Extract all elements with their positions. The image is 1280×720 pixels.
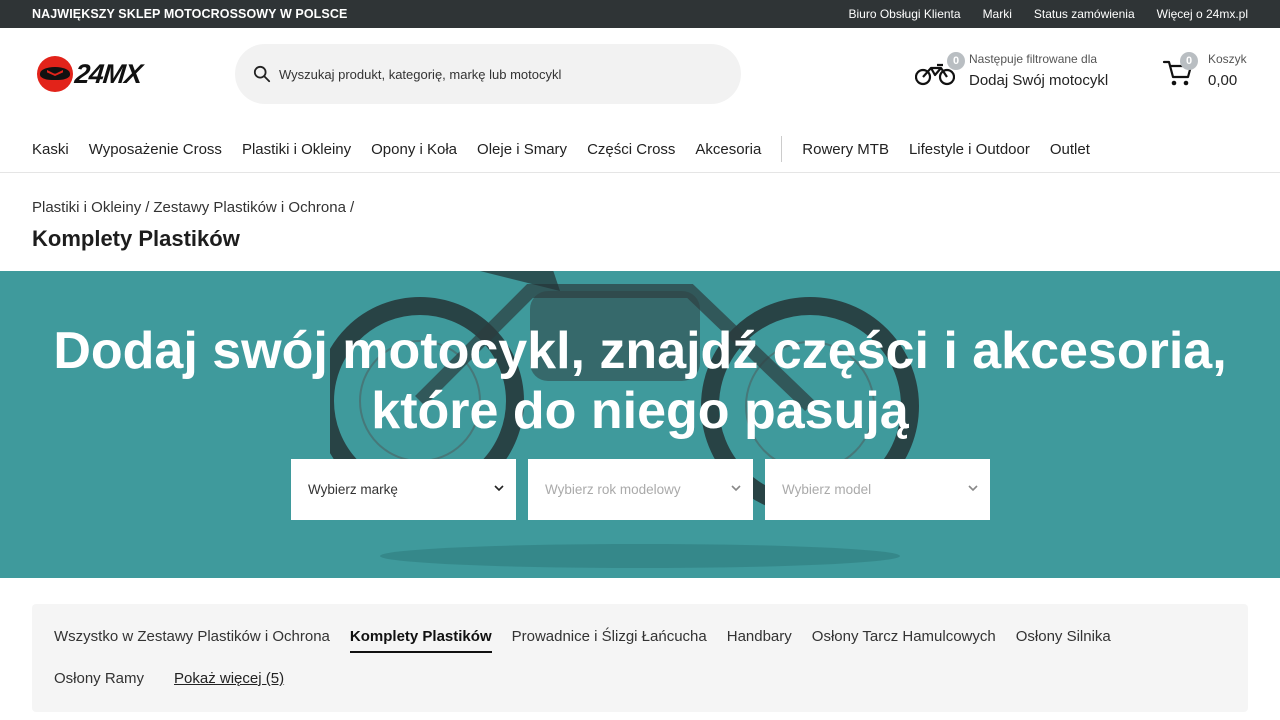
logo-helmet-icon <box>37 56 73 92</box>
about-link[interactable]: Więcej o 24mx.pl <box>1157 7 1248 21</box>
nav-item-mtb[interactable]: Rowery MTB <box>802 141 889 158</box>
subcategory-disc-guards[interactable]: Osłony Tarcz Hamulcowych <box>812 628 996 653</box>
subcategory-handguards[interactable]: Handbary <box>727 628 792 653</box>
search-input[interactable] <box>279 66 699 82</box>
search-icon <box>253 65 271 83</box>
top-bar: NAJWIĘKSZY SKLEP MOTOCROSSOWY W POLSCE B… <box>0 0 1280 28</box>
main-nav: Kaski Wyposażenie Cross Plastiki i Oklei… <box>32 136 1110 162</box>
chevron-down-icon <box>968 485 978 492</box>
subcategory-all[interactable]: Wszystko w Zestawy Plastików i Ochrona <box>54 628 330 653</box>
promo-text: NAJWIĘKSZY SKLEP MOTOCROSSOWY W POLSCE <box>32 7 348 21</box>
garage-count-badge: 0 <box>947 52 965 70</box>
hero-heading: Dodaj swój motocykl, znajdź części i akc… <box>53 322 1227 440</box>
breadcrumb: Plastiki i Okleiny / Zestawy Plastików i… <box>32 199 354 216</box>
nav-item-cross-parts[interactable]: Części Cross <box>587 141 675 158</box>
model-select[interactable]: Wybierz model <box>765 459 990 520</box>
page-title: Komplety Plastików <box>32 226 240 251</box>
model-year-select[interactable]: Wybierz rok modelowy <box>528 459 753 520</box>
breadcrumb-separator: / <box>145 199 150 216</box>
bike-finder-hero: Dodaj swój motocykl, znajdź części i akc… <box>0 271 1280 578</box>
model-year-select-label: Wybierz rok modelowy <box>545 482 681 497</box>
breadcrumb-separator: / <box>349 199 355 216</box>
add-bike-label: Dodaj Swój motocykl <box>969 72 1109 89</box>
nav-divider <box>781 136 783 162</box>
order-status-link[interactable]: Status zamówienia <box>1034 7 1135 21</box>
nav-item-oils[interactable]: Oleje i Smary <box>477 141 567 158</box>
nav-item-helmets[interactable]: Kaski <box>32 141 69 158</box>
add-motorcycle-button[interactable]: 0 Następuje filtrowane dla Dodaj Swój mo… <box>915 50 1125 94</box>
logo[interactable]: 24MX <box>37 56 144 92</box>
cart-amount: 0,00 <box>1208 72 1238 89</box>
brand-select[interactable]: Wybierz markę <box>291 459 516 520</box>
show-more-link[interactable]: Pokaż więcej (5) <box>174 670 284 693</box>
subcategory-chain-guides[interactable]: Prowadnice i Ślizgi Łańcucha <box>512 628 707 653</box>
nav-border <box>0 172 1280 173</box>
subcategory-plastic-kits[interactable]: Komplety Plastików <box>349 628 492 653</box>
cart-count-badge: 0 <box>1180 52 1198 70</box>
chevron-down-icon <box>494 485 504 492</box>
subcategory-frame-guards[interactable]: Osłony Ramy <box>54 670 144 693</box>
brands-link[interactable]: Marki <box>983 7 1012 21</box>
brand-select-label: Wybierz markę <box>308 482 398 497</box>
nav-item-lifestyle[interactable]: Lifestyle i Outdoor <box>909 141 1030 158</box>
top-links: Biuro Obsługi Klienta Marki Status zamów… <box>849 7 1249 21</box>
nav-item-tires[interactable]: Opony i Koła <box>371 141 457 158</box>
breadcrumb-item-plastic-kits-protection[interactable]: Zestawy Plastików i Ochrona <box>153 199 346 216</box>
nav-item-cross-gear[interactable]: Wyposażenie Cross <box>89 141 222 158</box>
nav-item-plastics[interactable]: Plastiki i Okleiny <box>242 141 351 158</box>
model-select-label: Wybierz model <box>782 482 872 497</box>
bike-filter-label: Następuje filtrowane dla <box>969 52 1098 66</box>
subcategory-engine-guards[interactable]: Osłony Silnika <box>1016 628 1111 653</box>
customer-service-link[interactable]: Biuro Obsługi Klienta <box>849 7 961 21</box>
nav-item-outlet[interactable]: Outlet <box>1050 141 1090 158</box>
subcategory-list: Wszystko w Zestawy Plastików i Ochrona K… <box>32 604 1248 712</box>
cart-label: Koszyk <box>1208 52 1247 66</box>
search-bar[interactable] <box>235 44 741 104</box>
chevron-down-icon <box>731 485 741 492</box>
logo-text: 24MX <box>73 58 144 89</box>
breadcrumb-item-plastics[interactable]: Plastiki i Okleiny <box>32 199 141 216</box>
nav-item-accessories[interactable]: Akcesoria <box>695 141 761 158</box>
cart-button[interactable]: 0 Koszyk 0,00 <box>1162 50 1252 94</box>
